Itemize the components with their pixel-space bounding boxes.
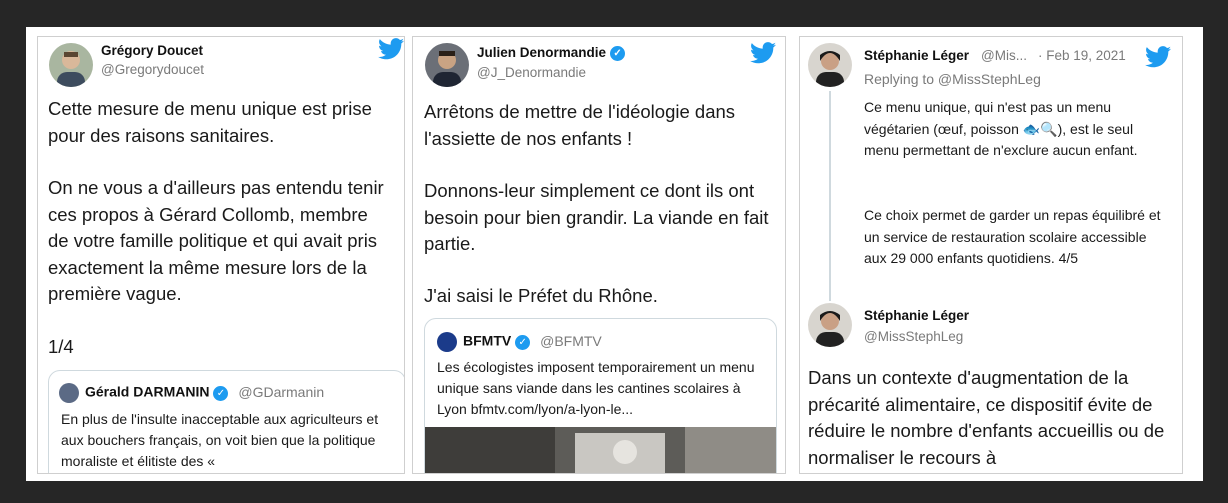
- tweet-card-doucet[interactable]: Grégory Doucet @Gregorydoucet Cette mesu…: [37, 36, 405, 474]
- tweet-text-para2: On ne vous a d'ailleurs pas entendu teni…: [48, 177, 384, 304]
- author-handle[interactable]: @Mis...: [981, 48, 1027, 63]
- twitter-bird-icon: [1145, 46, 1171, 68]
- avatar[interactable]: [808, 43, 852, 87]
- tweet-text-para2: Donnons-leur simplement ce dont ils ont …: [424, 180, 769, 254]
- quoted-author-handle: @BFMTV: [540, 332, 602, 349]
- main-tweet-text: Dans un contexte d'augmentation de la pr…: [808, 367, 1165, 468]
- tweet-text-para1: Cette mesure de menu unique est prise po…: [48, 98, 372, 146]
- bfmtv-logo-icon: [437, 332, 457, 352]
- tweet-card-leger[interactable]: Stéphanie Léger @Mis... · Feb 19, 2021 R…: [799, 36, 1183, 474]
- avatar[interactable]: [425, 43, 469, 87]
- quoted-tweet-text: Les écologistes imposent temporairement …: [437, 359, 755, 417]
- author-name[interactable]: Grégory Doucet: [101, 43, 203, 58]
- tweet-date[interactable]: · Feb 19, 2021: [1038, 48, 1126, 63]
- reply-text-para1: Ce menu unique, qui n'est pas un menu vé…: [864, 99, 1138, 158]
- author-name[interactable]: Stéphanie Léger: [864, 48, 969, 63]
- author-name[interactable]: Julien Denormandie: [477, 45, 606, 60]
- tweet-card-denormandie[interactable]: Julien Denormandie ✓ @J_Denormandie Arrêt…: [412, 36, 786, 474]
- quoted-tweet-text: En plus de l'insulte inacceptable aux ag…: [61, 411, 379, 469]
- author-handle[interactable]: @Gregorydoucet: [101, 62, 204, 77]
- quoted-tweet-image[interactable]: [425, 427, 776, 473]
- quoted-author-name: Gérald DARMANIN: [85, 383, 210, 400]
- author-name-row[interactable]: Julien Denormandie ✓: [477, 45, 626, 61]
- quoted-author-handle: @GDarmanin: [238, 383, 325, 400]
- avatar-2[interactable]: [808, 303, 852, 347]
- quoted-tweet[interactable]: BFMTV ✓ @BFMTV Les écologistes imposent t…: [424, 318, 777, 473]
- verified-badge-icon: ✓: [610, 45, 626, 61]
- twitter-bird-icon: [750, 42, 776, 64]
- tweet-text-para3: J'ai saisi le Préfet du Rhône.: [424, 285, 658, 306]
- avatar[interactable]: [49, 43, 93, 87]
- author-handle-2[interactable]: @MissStephLeg: [864, 329, 963, 344]
- thread-counter: 1/4: [48, 336, 74, 357]
- quoted-avatar: [59, 383, 79, 403]
- quoted-author-name: BFMTV: [463, 332, 512, 349]
- verified-badge-icon: ✓: [213, 385, 229, 401]
- replying-to-link[interactable]: Replying to @MissStephLeg: [864, 71, 1041, 87]
- reply-text-para2: Ce choix permet de garder un repas équil…: [864, 207, 1161, 266]
- thread-connector: [829, 91, 831, 301]
- verified-badge-icon: ✓: [515, 334, 531, 350]
- author-name-2[interactable]: Stéphanie Léger: [864, 308, 969, 323]
- author-handle[interactable]: @J_Denormandie: [477, 65, 586, 80]
- quoted-tweet[interactable]: Gérald DARMANIN ✓ @GDarmanin En plus de l…: [48, 370, 404, 473]
- tweet-text-para1: Arrêtons de mettre de l'idéologie dans l…: [424, 101, 736, 149]
- twitter-bird-icon: [378, 38, 404, 60]
